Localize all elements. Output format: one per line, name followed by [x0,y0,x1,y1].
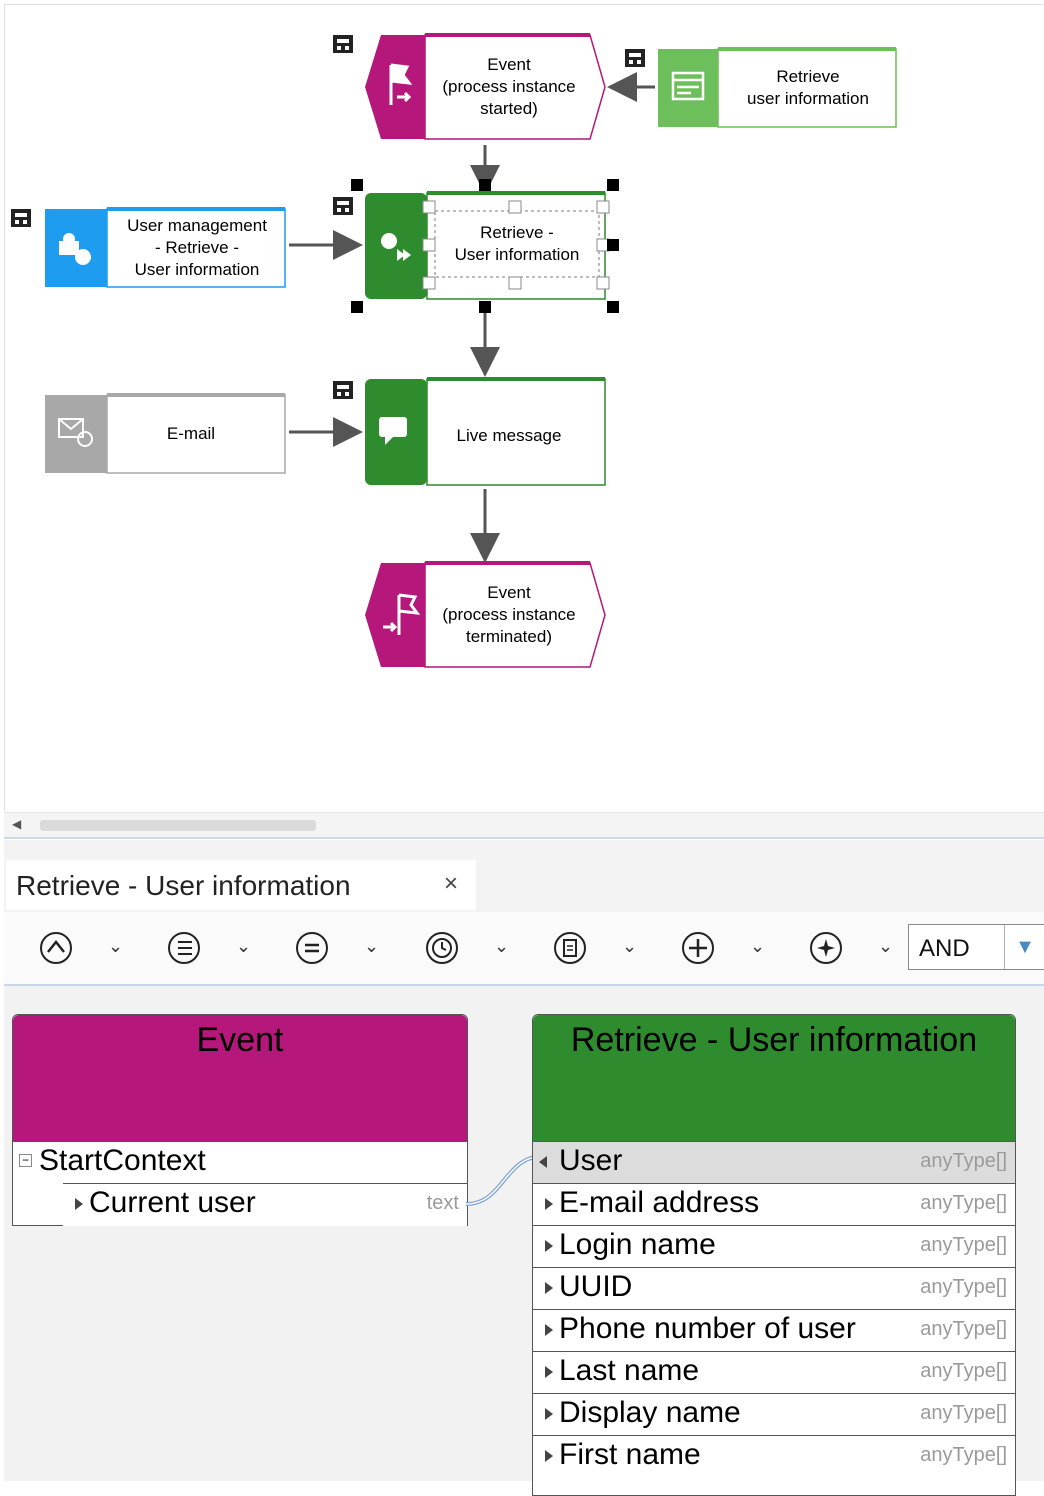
expand-icon[interactable] [545,1198,553,1210]
target-field-type: anyType[] [920,1192,1007,1214]
target-field-row[interactable]: User anyType[] [533,1141,1015,1184]
chevron-down-icon[interactable]: ⌄ [236,936,251,957]
expand-icon[interactable] [545,1366,553,1378]
equals-icon[interactable] [294,930,330,966]
tab-retrieve-user-information[interactable]: Retrieve - User information × [6,860,476,910]
target-field-name: First name [559,1438,701,1471]
target-field-row[interactable]: Display name anyType[] [533,1393,1015,1436]
target-field-name: Last name [559,1354,700,1387]
target-field-type: anyType[] [920,1360,1007,1382]
target-field-type: anyType[] [920,1444,1007,1466]
mapping-area: Event − StartContext Current user text R… [4,986,1044,1496]
sparkle-icon[interactable] [808,930,844,966]
target-field-type: anyType[] [920,1318,1007,1340]
target-field-type: anyType[] [920,1402,1007,1424]
target-field-row[interactable]: Login name anyType[] [533,1225,1015,1268]
scroll-left-icon[interactable]: ◀ [12,817,21,831]
clock-icon[interactable] [424,930,460,966]
mapping-toolbar: ⌄ ⌄ ⌄ ⌄ ⌄ ⌄ ⌄ AND ▼ [4,912,1044,986]
target-field-name: Display name [559,1396,741,1429]
source-root-row[interactable]: − StartContext [13,1141,467,1184]
close-icon[interactable]: × [444,870,458,898]
source-field-row[interactable]: Current user text [63,1183,467,1226]
chevron-down-icon[interactable]: ⌄ [622,936,637,957]
assignment-icon-4 [333,197,353,215]
assignment-icon-1 [333,35,353,53]
event-start-label: Event (process instance started) [442,55,576,118]
list-icon[interactable] [166,930,202,966]
target-field-name: E-mail address [559,1186,760,1219]
target-field-row[interactable]: E-mail address anyType[] [533,1183,1015,1226]
tab-title: Retrieve - User information [16,870,351,901]
expand-icon[interactable] [545,1240,553,1252]
expand-icon[interactable] [75,1198,83,1210]
target-field-name: UUID [559,1270,633,1303]
user-management-label: User management - Retrieve - User inform… [127,216,267,279]
assignment-icon-5 [333,381,353,399]
target-field-name: User [559,1144,623,1177]
logic-operator-value: AND [919,935,970,962]
add-icon[interactable] [680,930,716,966]
document-icon[interactable] [552,930,588,966]
target-title: Retrieve - User information [570,1021,978,1059]
diagram-canvas[interactable]: Event (process instance started) Retriev… [4,4,1044,811]
up-icon[interactable] [38,930,74,966]
source-field-type: text [426,1192,459,1214]
target-field-row[interactable]: Phone number of user anyType[] [533,1309,1015,1352]
source-field-name: Current user [89,1186,256,1219]
source-root-label: StartContext [39,1144,206,1177]
chevron-down-icon[interactable]: ⌄ [364,936,379,957]
retrieve-task-label: Retrieve - User information [454,223,580,264]
target-field-row[interactable]: Last name anyType[] [533,1351,1015,1394]
expand-icon[interactable] [545,1324,553,1336]
expand-icon[interactable] [545,1408,553,1420]
target-task-box: Retrieve - User information User anyType… [532,1014,1016,1496]
chevron-down-icon[interactable]: ⌄ [750,936,765,957]
collapse-left-icon[interactable] [539,1156,547,1168]
event-end-label: Event (process instance terminated) [442,583,576,646]
live-message-label: Live message [456,426,562,445]
source-event-box: Event − StartContext Current user text [12,1014,468,1226]
target-field-row[interactable]: UUID anyType[] [533,1267,1015,1310]
target-field-name: Login name [559,1228,716,1261]
dropdown-arrow-icon[interactable]: ▼ [1004,925,1044,969]
logic-operator-select[interactable]: AND ▼ [908,924,1044,970]
target-field-type: anyType[] [920,1234,1007,1256]
scrollbar-thumb[interactable] [40,820,316,831]
assignment-icon-3 [11,209,31,227]
target-field-type: anyType[] [920,1150,1007,1172]
connectors [289,72,655,563]
retrieve-ui-label: Retrieve user information [747,67,869,108]
panel-splitter[interactable] [4,837,1044,839]
expand-icon[interactable] [545,1282,553,1294]
email-label: E-mail [166,424,216,443]
assignment-icon-2 [625,49,645,67]
expand-icon[interactable] [545,1450,553,1462]
chevron-down-icon[interactable]: ⌄ [878,936,893,957]
target-field-name: Phone number of user [559,1312,856,1345]
target-field-row[interactable]: First name anyType[] [533,1435,1015,1478]
collapse-icon[interactable]: − [19,1154,32,1167]
target-field-type: anyType[] [920,1276,1007,1298]
source-title: Event [196,1021,284,1059]
chevron-down-icon[interactable]: ⌄ [108,936,123,957]
horizontal-scrollbar[interactable]: ◀ [4,812,1044,837]
chevron-down-icon[interactable]: ⌄ [494,936,509,957]
